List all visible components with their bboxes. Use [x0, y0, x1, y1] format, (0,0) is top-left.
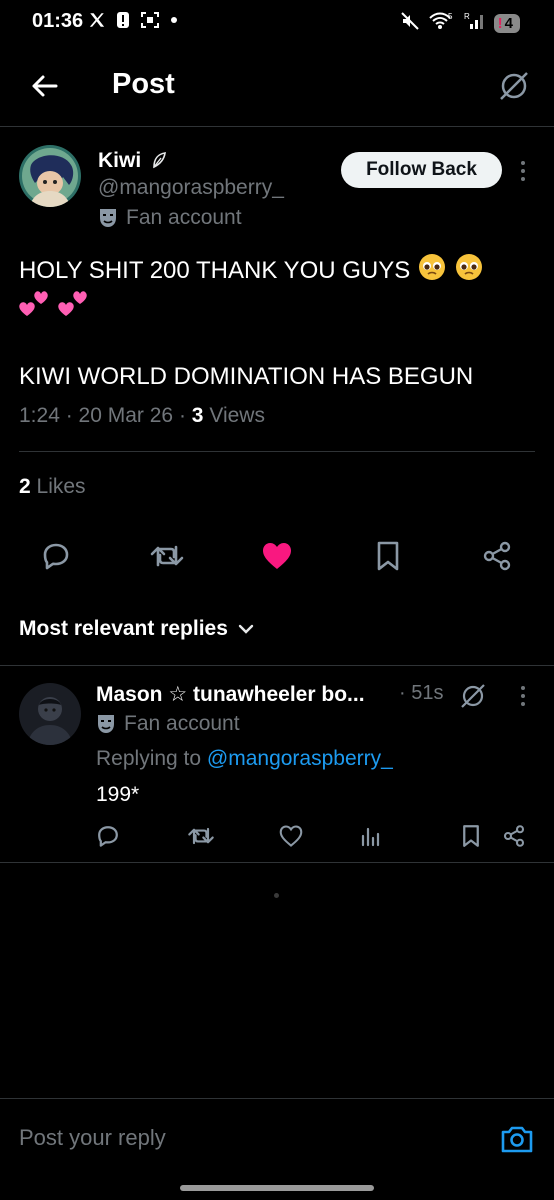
share-button[interactable]	[480, 540, 514, 572]
leaf-emoji-icon	[153, 152, 166, 169]
comment-icon	[98, 826, 118, 847]
post-text-line-2	[19, 288, 90, 327]
repost-button[interactable]	[147, 540, 187, 572]
pleading-face-emoji-icon	[417, 252, 447, 291]
signal-icon: R	[464, 11, 486, 36]
status-bar: 01:36 5 R ! 4	[0, 0, 554, 44]
grok-button[interactable]	[494, 66, 534, 106]
repost-icon	[188, 827, 214, 845]
battery-indicator: ! 4	[493, 14, 520, 33]
pleading-face-emoji-icon	[454, 252, 484, 291]
likes-summary[interactable]: 2 Likes	[19, 475, 86, 499]
status-time: 01:36	[32, 10, 84, 32]
header-divider	[0, 126, 554, 127]
share-icon	[503, 825, 525, 847]
author-label: Fan account	[98, 206, 242, 230]
more-dot-icon	[521, 686, 525, 690]
reply-views-button[interactable]	[357, 822, 385, 850]
more-dot-icon	[521, 694, 525, 698]
top-bar: Post	[0, 56, 554, 116]
reply-author-name[interactable]: Mason ☆ tunawheeler bo...	[96, 682, 365, 707]
reply-repost-button[interactable]	[186, 822, 216, 850]
svg-text:5: 5	[448, 12, 453, 21]
reply-timestamp: · 51s	[399, 682, 444, 704]
two-hearts-emoji-icon	[57, 288, 90, 327]
svg-text:R: R	[464, 12, 470, 21]
two-hearts-emoji-icon	[19, 288, 51, 327]
share-icon	[483, 541, 511, 571]
reply-composer-input[interactable]: Post your reply	[19, 1125, 166, 1151]
repost-icon	[150, 545, 184, 567]
reply-share-button[interactable]	[500, 822, 528, 850]
meta-divider	[19, 451, 535, 452]
grok-icon	[461, 684, 485, 708]
x-logo-icon	[88, 11, 106, 29]
back-button[interactable]	[24, 68, 64, 104]
post-text-line-3: KIWI WORLD DOMINATION HAS BEGUN	[19, 363, 474, 390]
author-handle[interactable]: @mangoraspberry_	[98, 176, 284, 200]
reply-author-avatar[interactable]	[19, 683, 81, 745]
loading-indicator	[274, 893, 279, 898]
author-name[interactable]: Kiwi	[98, 149, 167, 173]
reply-sort-dropdown[interactable]: Most relevant replies	[19, 617, 254, 641]
views-count: 3	[191, 404, 204, 427]
heart-filled-icon	[263, 543, 291, 569]
reply-button[interactable]	[38, 540, 74, 572]
author-avatar[interactable]	[19, 145, 81, 207]
theater-mask-icon	[100, 209, 116, 227]
reply-more-button[interactable]	[513, 681, 533, 711]
home-indicator[interactable]	[180, 1185, 374, 1191]
chevron-down-icon	[238, 624, 254, 634]
reply-author-label: Fan account	[96, 712, 240, 736]
notification-dot-icon	[170, 16, 178, 24]
screenshot-icon	[140, 11, 160, 29]
post-text-line-1: HOLY SHIT 200 THANK YOU GUYS	[19, 252, 484, 291]
bookmark-icon	[463, 825, 479, 847]
follow-back-button[interactable]: Follow Back	[341, 152, 502, 188]
replying-to: Replying to @mangoraspberry_	[96, 747, 393, 770]
reply-text: 199*	[96, 783, 140, 806]
replying-to-handle-link[interactable]: @mangoraspberry_	[207, 747, 393, 770]
post-meta: 1:24 · 20 Mar 26 · 3 Views	[19, 404, 265, 427]
like-button[interactable]	[258, 540, 296, 572]
reply-divider	[0, 862, 554, 863]
composer-divider	[0, 1098, 554, 1099]
post-more-button[interactable]	[513, 156, 533, 186]
replies-divider	[0, 665, 554, 666]
theater-mask-icon	[98, 715, 114, 733]
analytics-icon	[361, 827, 380, 847]
wifi-icon: 5	[428, 11, 456, 36]
heart-icon	[279, 825, 303, 847]
grok-icon	[500, 72, 528, 100]
reply-bookmark-button[interactable]	[458, 822, 484, 850]
bookmark-icon	[377, 541, 399, 571]
arrow-left-icon	[32, 75, 58, 97]
camera-button[interactable]	[498, 1121, 536, 1157]
more-dot-icon	[521, 177, 525, 181]
reply-grok-button[interactable]	[457, 680, 489, 712]
reply-reply-button[interactable]	[94, 822, 122, 850]
camera-icon	[501, 1126, 533, 1153]
mute-icon	[400, 11, 420, 36]
more-dot-icon	[521, 169, 525, 173]
comment-icon	[43, 543, 69, 570]
page-title: Post	[112, 68, 175, 100]
reply-like-button[interactable]	[277, 822, 305, 850]
likes-count: 2	[19, 475, 31, 498]
more-dot-icon	[521, 702, 525, 706]
bookmark-button[interactable]	[372, 540, 404, 572]
more-dot-icon	[521, 161, 525, 165]
alert-badge-icon	[116, 11, 130, 29]
